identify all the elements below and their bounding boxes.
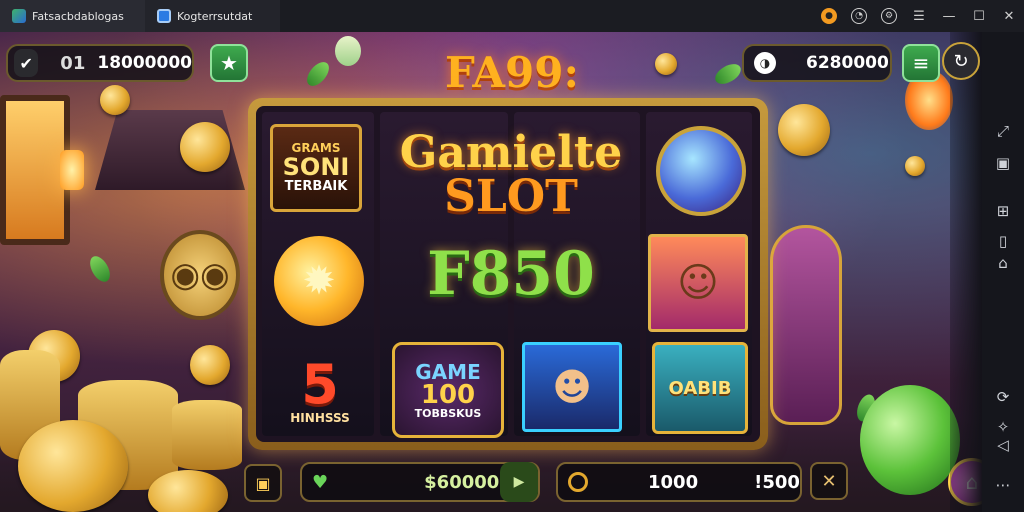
coin-icon (180, 122, 230, 172)
slot-frame: GRAMS SONI TERBAIK Gamielte SLOT ✹ F850 … (248, 98, 768, 450)
coin-icon (905, 156, 925, 176)
tab-app[interactable]: Fatsacbdablogas (0, 0, 145, 32)
five-label: HINHSSS (290, 411, 350, 425)
more-icon[interactable]: ⋯ (990, 472, 1016, 498)
game-screen: Fatsacbdablogas Kogterrsutdat ● ◔ ⚙ ☰ — … (0, 0, 1024, 512)
five-number: 5 (301, 353, 339, 416)
sun-coin-icon: ✹ (274, 236, 364, 326)
grid-icon: ▣ (255, 473, 271, 493)
owl-badge: ◉◉ (160, 230, 240, 320)
bonus-badge: OABIB (652, 342, 748, 434)
sidebar-top-button[interactable]: ↻ (942, 42, 980, 80)
tab-app-label: Fatsacbdablogas (32, 9, 124, 23)
tab-game-label: Kogterrsutdat (177, 9, 253, 23)
spin-button[interactable]: ▶ (500, 462, 538, 502)
game-100-badge: GAME 100 TOBBSKUS (392, 342, 504, 438)
auto-button[interactable]: ▣ (244, 464, 282, 502)
badge-line3: TERBAIK (284, 179, 348, 195)
leaf-icon (86, 252, 114, 286)
game-title: Gamielte SLOT (376, 116, 646, 234)
title-line2: SLOT (444, 171, 578, 222)
jackpot-text: F850 (427, 239, 595, 309)
coin-icon (190, 345, 230, 385)
maximize-icon[interactable]: ☐ (964, 0, 994, 32)
game-badge-line1: GAME (415, 359, 481, 384)
character-card: ☻ (522, 342, 622, 432)
game-logo: FA99: (445, 48, 579, 97)
game-tab-icon (157, 9, 171, 23)
five-symbol: 5 HINHSSS (270, 346, 370, 436)
location-icon[interactable]: ⌂ (990, 250, 1016, 276)
keyboard-icon[interactable]: ⊞ (990, 198, 1016, 224)
shake-icon[interactable]: ⟳ (990, 384, 1016, 410)
minimize-icon[interactable]: — (934, 0, 964, 32)
game-badge-line2: 100 (420, 379, 476, 410)
lantern (60, 150, 84, 190)
title-bar: Fatsacbdablogas Kogterrsutdat ● ◔ ⚙ ☰ — … (0, 0, 1024, 32)
close-game-button[interactable]: ✕ (810, 462, 848, 500)
coin-small-icon (568, 472, 588, 492)
magic-orb-icon (656, 126, 746, 216)
treasure-pouch (770, 225, 842, 425)
coin-stack (172, 400, 242, 470)
coin-icon (148, 470, 228, 512)
close-x-icon: ✕ (821, 470, 837, 492)
reel-area: GRAMS SONI TERBAIK Gamielte SLOT ✹ F850 … (256, 106, 760, 442)
close-icon[interactable]: ✕ (994, 0, 1024, 32)
promo-badge: GRAMS SONI TERBAIK (270, 124, 362, 212)
window-controls: ● ◔ ⚙ ☰ — ☐ ✕ (814, 0, 1024, 32)
emulator-sidebar: ↻ ⤢ ▣ ⊞ ▯ ⌂ ⟳ ✧ ◁ ⋯ (942, 32, 1024, 512)
bet-panel: ♥ $60000 ▶ (300, 462, 540, 502)
win-value-2: !500 (754, 471, 800, 493)
bonus-badge-label: OABIB (668, 377, 732, 399)
tab-game[interactable]: Kogterrsutdat (145, 0, 280, 32)
back-icon[interactable]: ◁ (990, 432, 1016, 458)
settings-icon[interactable]: ⚙ (874, 0, 904, 32)
win-value: 1000 (648, 471, 699, 493)
coin-icon (778, 104, 830, 156)
coin-icon (18, 420, 128, 512)
expand-icon[interactable]: ⤢ (990, 118, 1016, 144)
refresh-icon: ↻ (953, 50, 969, 72)
account-icon[interactable]: ◔ (844, 0, 874, 32)
screenshot-icon[interactable]: ▣ (990, 150, 1016, 176)
notification-icon[interactable]: ● (814, 0, 844, 32)
game-badge-line3: TOBBSKUS (414, 406, 482, 420)
hero-card: ☺ (648, 234, 748, 332)
title-line1: Gamielte (399, 127, 623, 178)
green-orb (860, 385, 960, 495)
badge-line2: SONI (282, 152, 350, 181)
app-icon (12, 9, 26, 23)
heart-icon: ♥ (312, 471, 329, 493)
bet-value: $60000 (424, 471, 500, 493)
win-panel: 1000 !500 (556, 462, 802, 502)
menu-icon[interactable]: ☰ (904, 0, 934, 32)
